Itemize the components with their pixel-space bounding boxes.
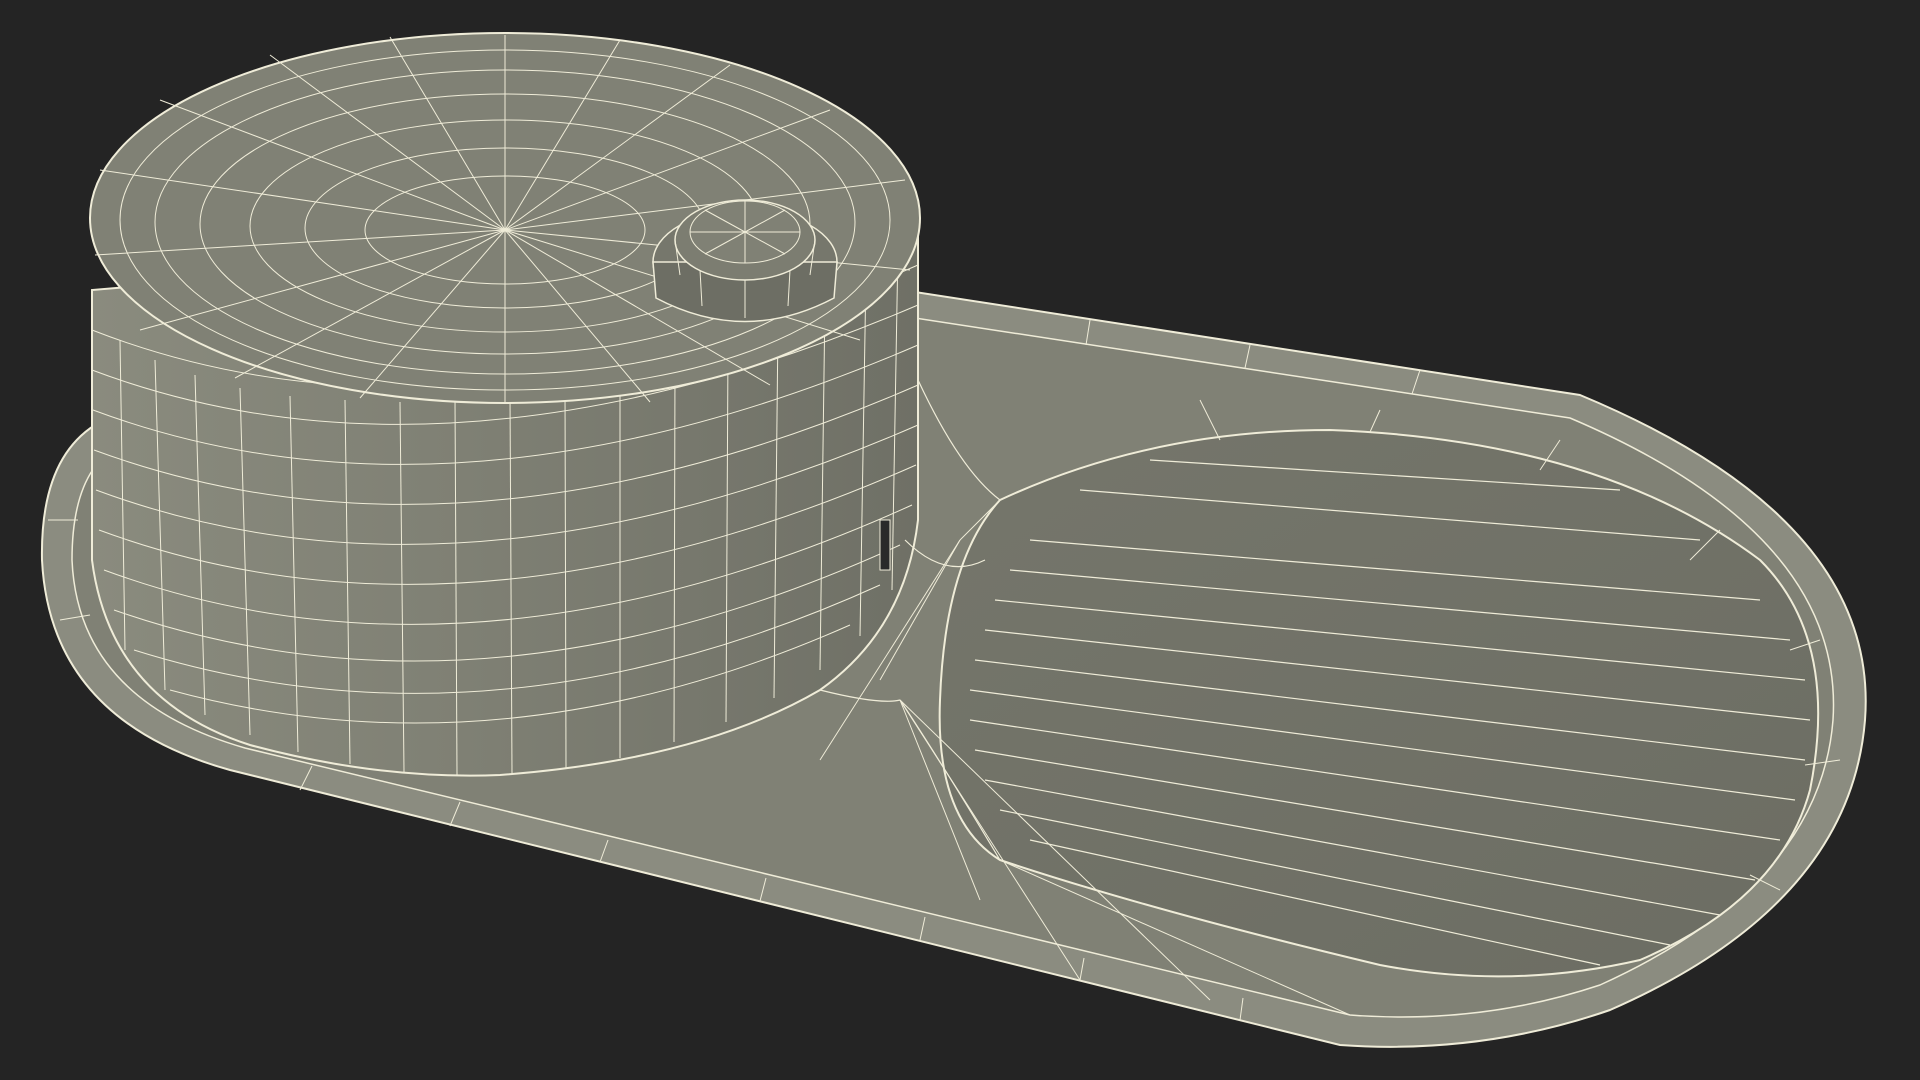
sink-wireframe-render — [40, 32, 1867, 1048]
viewport-canvas[interactable] — [0, 0, 1920, 1080]
